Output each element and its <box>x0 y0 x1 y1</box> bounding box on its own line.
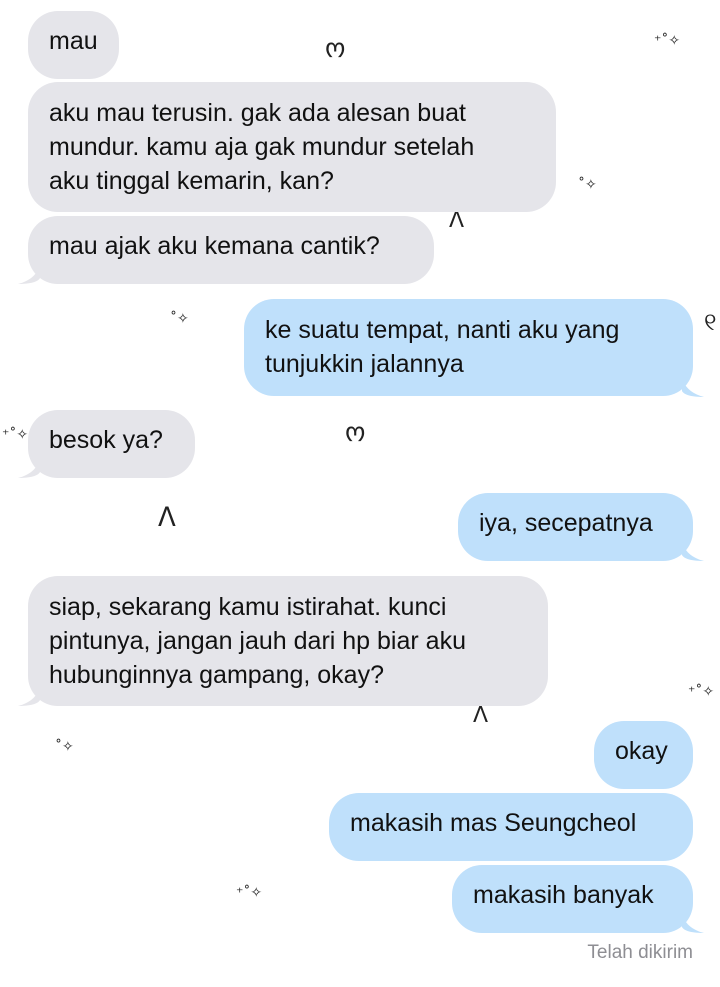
chat-thread[interactable]: ო ⁺˚✧ ˚✧ ᐱ ˚✧ ୧ ⁺˚✧ ო ᐱ ᐱ ⁺˚✧ ˚✧ ⁺˚✧ mau… <box>0 0 720 987</box>
incoming-message[interactable]: besok ya? <box>28 410 195 478</box>
heart-doodle-icon: ო <box>345 418 366 448</box>
sparkle-icon: ˚✧ <box>170 311 189 327</box>
outgoing-message[interactable]: makasih banyak <box>452 865 693 933</box>
heart-doodle-icon: ო <box>325 34 346 64</box>
incoming-message[interactable]: mau <box>28 11 119 79</box>
outgoing-bubble-tail <box>682 541 704 561</box>
incoming-message[interactable]: siap, sekarang kamu istirahat. kunci pin… <box>28 576 548 706</box>
incoming-bubble-tail <box>18 264 40 284</box>
bow-doodle-icon: ᐱ <box>158 503 176 533</box>
sparkle-icon: ⁺˚✧ <box>688 684 715 700</box>
arch-doodle-icon: ᐱ <box>449 208 465 233</box>
outgoing-message[interactable]: makasih mas Seungcheol <box>329 793 693 861</box>
incoming-message[interactable]: aku mau terusin. gak ada alesan buat mun… <box>28 82 556 212</box>
incoming-bubble-tail <box>18 458 40 478</box>
outgoing-bubble-tail <box>682 377 704 397</box>
bow-doodle-icon: ୧ <box>704 308 717 336</box>
delivery-status: Telah dikirim <box>587 942 693 963</box>
sparkle-icon: ⁺˚✧ <box>2 427 29 443</box>
outgoing-message[interactable]: ke suatu tempat, nanti aku yang tunjukki… <box>244 299 693 396</box>
incoming-bubble-tail <box>18 686 40 706</box>
sparkle-icon: ⁺˚✧ <box>654 33 681 49</box>
arch-doodle-icon: ᐱ <box>473 703 489 728</box>
sparkle-icon: ˚✧ <box>55 739 74 755</box>
sparkle-icon: ⁺˚✧ <box>236 885 263 901</box>
incoming-message[interactable]: mau ajak aku kemana cantik? <box>28 216 434 284</box>
outgoing-message[interactable]: iya, secepatnya <box>458 493 693 561</box>
sparkle-icon: ˚✧ <box>578 177 597 193</box>
outgoing-message[interactable]: okay <box>594 721 693 789</box>
outgoing-bubble-tail <box>682 913 704 933</box>
